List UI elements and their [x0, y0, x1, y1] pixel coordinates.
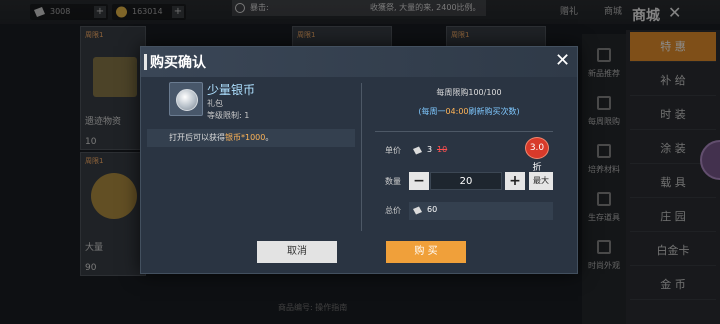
item-description: 打开后可以获得银币*1000。 [147, 129, 355, 147]
desc-prefix: 打开后可以获得 [169, 133, 225, 142]
refresh-note: (每周一04:00刷新购买次数) [362, 106, 576, 117]
total-price: 60 [427, 205, 438, 214]
item-type: 礼包 [207, 99, 223, 108]
quantity-label: 数量 [385, 177, 401, 186]
item-level-limit: 等级限制: 1 [207, 111, 250, 120]
unit-price: 3 [427, 145, 433, 154]
desc-highlight: 银币*1000 [225, 133, 266, 142]
title-accent-bar [144, 54, 147, 70]
item-name: 少量银币 [207, 83, 256, 97]
quantity-max-button[interactable]: 最大 [529, 172, 553, 190]
total-label: 总价 [385, 206, 401, 215]
quantity-minus-button[interactable]: − [409, 172, 429, 190]
dialog-title: 购买确认 [150, 55, 206, 71]
cancel-button[interactable]: 取消 [257, 241, 337, 263]
quantity-plus-button[interactable]: + [505, 172, 525, 190]
refresh-prefix: (每周一 [418, 107, 446, 116]
quantity-input[interactable]: 20 [430, 172, 502, 190]
close-icon[interactable]: ✕ [555, 51, 570, 71]
refresh-suffix: 刷新购买次数) [468, 107, 520, 116]
unit-price-original: 10 [437, 145, 448, 154]
dialog-header: 购买确认 ✕ [141, 47, 577, 77]
refresh-time: 04:00 [445, 107, 469, 116]
buy-button[interactable]: 购 买 [386, 241, 466, 263]
desc-suffix: 。 [265, 133, 274, 142]
ticket-icon [412, 205, 423, 215]
ticket-icon [412, 145, 423, 155]
unit-price-label: 单价 [385, 146, 401, 155]
row-divider [375, 131, 553, 132]
discount-badge: 3.0折 [525, 137, 549, 173]
item-icon [169, 82, 203, 116]
weekly-limit: 每周限购100/100 [436, 88, 502, 97]
purchase-confirm-dialog: 购买确认 ✕ 少量银币 礼包 等级限制: 1 打开后可以获得银币*1000。 每… [140, 46, 578, 274]
silver-coin-icon [176, 89, 198, 111]
